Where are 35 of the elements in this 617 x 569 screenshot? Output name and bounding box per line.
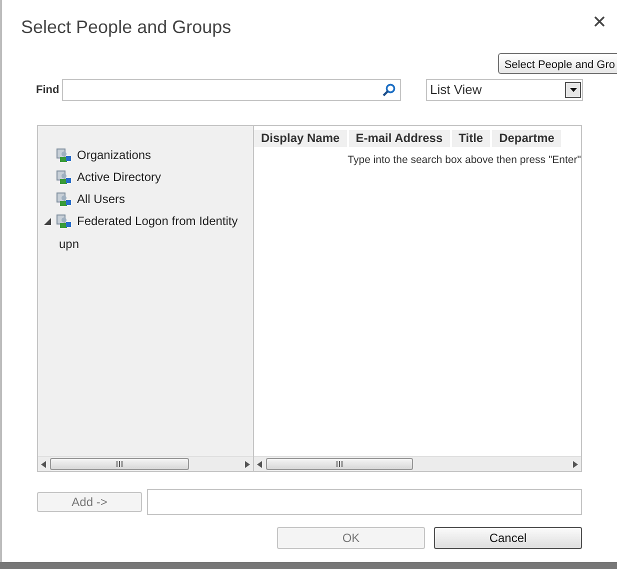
tree-item[interactable]: upn	[59, 235, 80, 253]
left-arrow-icon[interactable]	[41, 460, 46, 468]
column-header[interactable]: Display Name	[254, 130, 347, 147]
right-arrow-icon[interactable]	[573, 460, 578, 468]
grip-icon	[116, 461, 123, 467]
tree-item[interactable]: All Users	[77, 190, 126, 208]
tooltip: Select People and Gro	[498, 53, 617, 74]
right-arrow-icon[interactable]	[245, 460, 250, 468]
left-arrow-icon[interactable]	[257, 460, 262, 468]
horizontal-scrollbar[interactable]	[38, 456, 253, 471]
group-icon	[56, 147, 72, 163]
tree-item[interactable]: Active Directory	[77, 168, 162, 186]
scrollbar-thumb[interactable]	[266, 458, 413, 470]
selected-people-field[interactable]	[147, 489, 582, 515]
empty-message: Type into the search box above then press "Enter"	[348, 153, 581, 168]
group-icon	[56, 213, 72, 229]
tree-item[interactable]: Organizations	[77, 146, 152, 164]
find-label: Find	[36, 82, 60, 98]
dialog-title: Select People and Groups	[21, 16, 232, 39]
view-dropdown[interactable]: List View	[426, 79, 583, 101]
column-header[interactable]: Title	[452, 130, 490, 147]
close-icon[interactable]	[594, 16, 605, 27]
horizontal-scrollbar[interactable]	[254, 456, 581, 471]
group-icon	[56, 191, 72, 207]
column-header[interactable]: E-mail Address	[348, 130, 450, 147]
search-icon[interactable]	[382, 83, 396, 97]
tree-item[interactable]: Federated Logon from Identity	[77, 212, 238, 230]
grip-icon	[336, 461, 343, 467]
dialog-button[interactable]: Cancel	[434, 527, 582, 549]
expanded-triangle-icon[interactable]	[44, 218, 50, 224]
column-header[interactable]: Departme	[492, 130, 562, 147]
scrollbar-thumb[interactable]	[50, 458, 189, 470]
find-field[interactable]	[62, 79, 402, 101]
group-icon	[56, 169, 72, 185]
dropdown-arrow-icon	[570, 88, 576, 92]
